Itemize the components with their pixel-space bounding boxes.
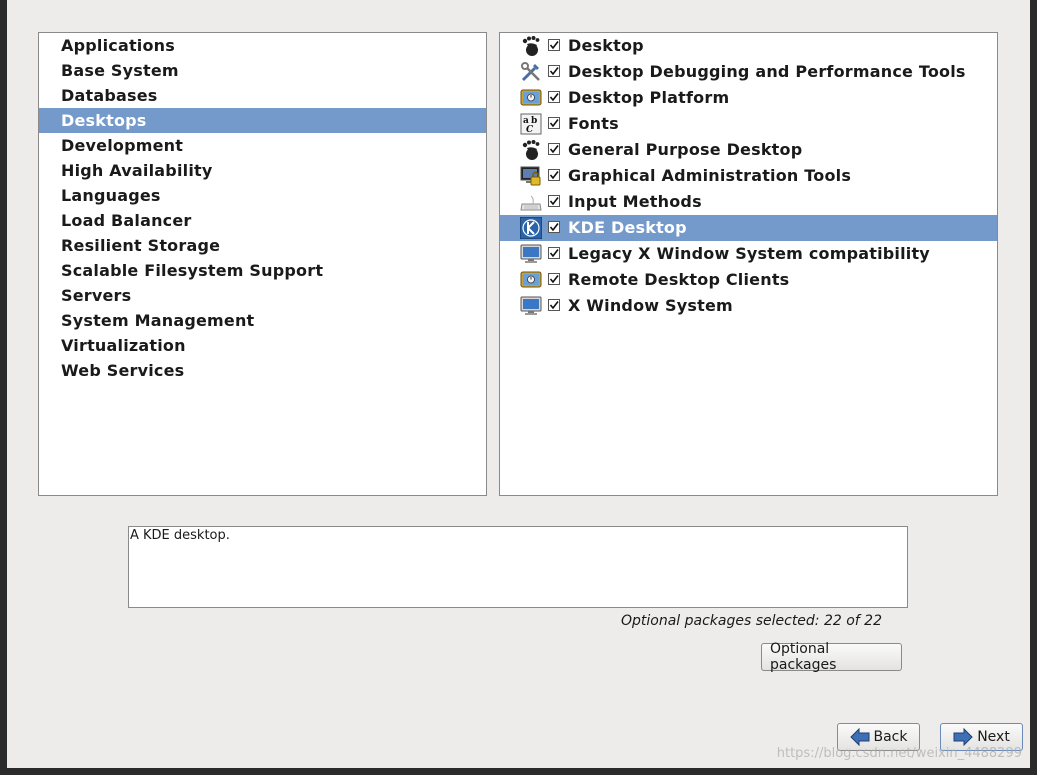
optional-packages-label: Optional packages xyxy=(770,641,837,673)
back-arrow-icon xyxy=(849,727,870,747)
monitor-icon xyxy=(520,295,542,317)
category-list[interactable]: Applications Base System Databases Desktops… xyxy=(38,32,487,496)
group-label: Desktop xyxy=(568,36,644,55)
group-label: General Purpose Desktop xyxy=(568,140,803,159)
category-item-load-balancer[interactable]: Load Balancer xyxy=(39,208,486,233)
monitor-icon xyxy=(520,243,542,265)
back-label: Back xyxy=(873,729,908,745)
category-item-high-availability[interactable]: High Availability xyxy=(39,158,486,183)
category-item-desktops[interactable]: Desktops xyxy=(39,108,486,133)
group-item-desktop-platform[interactable]: Desktop Platform xyxy=(500,85,997,111)
next-arrow-icon xyxy=(953,727,973,747)
group-description-text: A KDE desktop. xyxy=(130,528,230,543)
category-item-web-services[interactable]: Web Services xyxy=(39,358,486,383)
category-item-base-system[interactable]: Base System xyxy=(39,58,486,83)
category-item-system-management[interactable]: System Management xyxy=(39,308,486,333)
group-checkbox[interactable] xyxy=(548,39,560,51)
desktop-platform-icon xyxy=(520,269,542,291)
group-item-input-methods[interactable]: Input Methods xyxy=(500,189,997,215)
group-item-desktop[interactable]: Desktop xyxy=(500,33,997,59)
group-checkbox[interactable] xyxy=(548,143,560,155)
group-checkbox[interactable] xyxy=(548,221,560,233)
optional-packages-status: Optional packages selected: 22 of 22 xyxy=(620,613,882,629)
group-checkbox[interactable] xyxy=(548,273,560,285)
package-group-list[interactable]: Desktop Desktop Debugging and Performance… xyxy=(499,32,998,496)
category-item-servers[interactable]: Servers xyxy=(39,283,486,308)
group-checkbox[interactable] xyxy=(548,169,560,181)
svg-text:C: C xyxy=(526,125,534,135)
group-description-box: A KDE desktop. xyxy=(128,526,908,608)
keyboard-icon xyxy=(520,191,542,213)
category-item-languages[interactable]: Languages xyxy=(39,183,486,208)
group-item-graphical-administration-tools[interactable]: Graphical Administration Tools xyxy=(500,163,997,189)
tools-icon xyxy=(520,61,542,83)
desktop-platform-icon xyxy=(520,87,542,109)
group-label: KDE Desktop xyxy=(568,218,687,237)
gnome-foot-icon xyxy=(520,35,542,57)
group-label: X Window System xyxy=(568,296,733,315)
group-item-general-purpose-desktop[interactable]: General Purpose Desktop xyxy=(500,137,997,163)
group-item-remote-desktop-clients[interactable]: Remote Desktop Clients xyxy=(500,267,997,293)
admin-lock-icon xyxy=(520,165,542,187)
group-item-x-window-system[interactable]: X Window System xyxy=(500,293,997,319)
category-item-scalable-filesystem-support[interactable]: Scalable Filesystem Support xyxy=(39,258,486,283)
category-item-resilient-storage[interactable]: Resilient Storage xyxy=(39,233,486,258)
group-item-legacy-x-window-system-compatibility[interactable]: Legacy X Window System compatibility xyxy=(500,241,997,267)
group-label: Desktop Platform xyxy=(568,88,730,107)
group-item-fonts[interactable]: a b C Fonts xyxy=(500,111,997,137)
group-checkbox[interactable] xyxy=(548,91,560,103)
group-checkbox[interactable] xyxy=(548,117,560,129)
group-checkbox[interactable] xyxy=(548,195,560,207)
kde-icon xyxy=(519,216,543,240)
category-item-virtualization[interactable]: Virtualization xyxy=(39,333,486,358)
group-checkbox[interactable] xyxy=(548,65,560,77)
group-checkbox[interactable] xyxy=(548,247,560,259)
category-item-development[interactable]: Development xyxy=(39,133,486,158)
group-label: Legacy X Window System compatibility xyxy=(568,244,930,263)
group-label: Remote Desktop Clients xyxy=(568,270,790,289)
category-item-applications[interactable]: Applications xyxy=(39,33,486,58)
group-label: Desktop Debugging and Performance Tools xyxy=(568,62,966,81)
fonts-icon: abC xyxy=(520,113,542,135)
optional-packages-button[interactable]: Optional packages xyxy=(761,641,902,673)
gnome-foot-icon xyxy=(520,139,542,161)
group-label: Fonts xyxy=(568,114,619,133)
group-checkbox[interactable] xyxy=(548,299,560,311)
group-label: Input Methods xyxy=(568,192,702,211)
next-label: Next xyxy=(977,729,1010,745)
watermark: https://blog.csdn.net/weixin_4488299 xyxy=(776,746,1022,761)
group-label: Graphical Administration Tools xyxy=(568,166,852,185)
group-item-kde-desktop[interactable]: KDE Desktop xyxy=(500,215,997,241)
group-item-desktop-debugging-and-performance-tools[interactable]: Desktop Debugging and Performance Tools xyxy=(500,59,997,85)
category-item-databases[interactable]: Databases xyxy=(39,83,486,108)
installer-window: Applications Base System Databases Desktops… xyxy=(7,0,1030,768)
